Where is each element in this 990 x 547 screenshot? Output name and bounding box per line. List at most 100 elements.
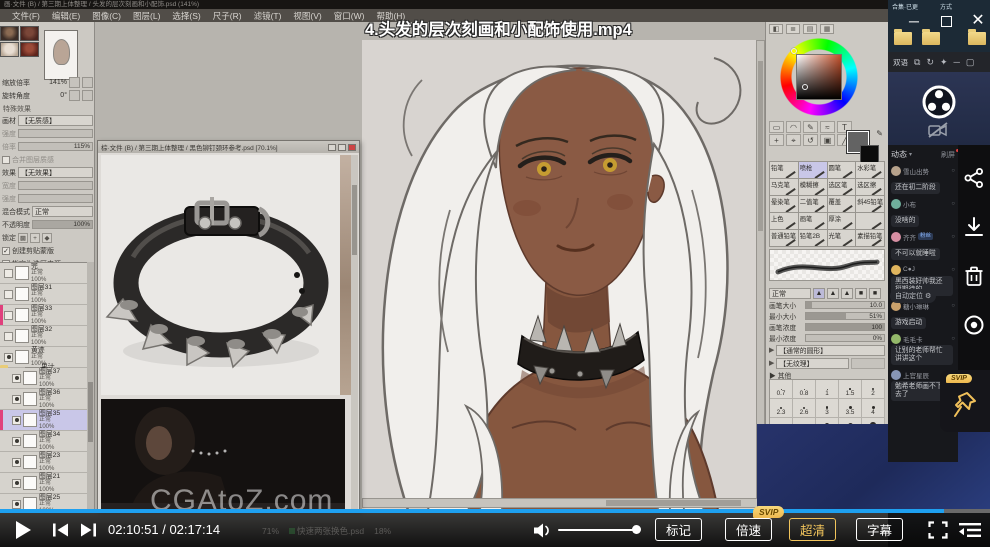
brush-size-preset[interactable]: 4 <box>862 399 885 418</box>
language-label[interactable]: 双语 <box>893 57 908 68</box>
layer-visibility-toggle[interactable] <box>4 353 13 362</box>
swatch-thumbnails[interactable] <box>0 26 40 58</box>
layer-row[interactable]: 图层32 正常 100% <box>0 326 88 347</box>
chat-filter[interactable]: 刷屏 <box>941 150 955 160</box>
auto-locate-bubble[interactable]: 自动定位 ⚙ <box>890 289 936 303</box>
subtitle-button[interactable]: 字幕 <box>856 518 903 541</box>
refresh-icon[interactable]: ↻ <box>926 58 934 67</box>
layer-row[interactable]: 图层34 正常 100% <box>0 431 88 452</box>
thumbnail-image[interactable] <box>0 26 19 41</box>
avatar[interactable] <box>891 232 901 242</box>
texture-strength-slider[interactable] <box>851 358 885 369</box>
folder-icon[interactable] <box>894 32 912 45</box>
navigator-thumbnail[interactable] <box>44 30 78 80</box>
window-minimize-icon[interactable] <box>328 144 336 151</box>
lock-all-icon[interactable]: ◆ <box>42 233 52 243</box>
thumbnail-image[interactable] <box>20 26 39 41</box>
layer-visibility-toggle[interactable] <box>12 500 21 509</box>
select-rect-icon[interactable]: ▭ <box>769 121 784 133</box>
brush-item[interactable]: 圆笔 <box>828 162 857 179</box>
brush-size-preset[interactable]: 2 <box>862 380 885 399</box>
tab-color-icon[interactable]: ◧ <box>769 24 783 34</box>
brush-item[interactable]: 选区笔 <box>828 179 857 196</box>
layer-row[interactable]: 图层35 正常 100% <box>0 410 88 431</box>
brush-size-preset[interactable]: 1.5 <box>839 380 862 399</box>
rotate-right-button[interactable] <box>82 90 93 101</box>
brush-item[interactable]: 普通铅笔 <box>770 230 799 247</box>
brush-item[interactable]: 光笔 <box>828 230 857 247</box>
layer-row[interactable]: 图层33 正常 100% <box>0 305 88 326</box>
texture-expand-icon[interactable]: ▶ <box>769 359 774 367</box>
paper-scale-slider[interactable]: 115% <box>18 142 93 151</box>
message-menu-icon[interactable]: ○ <box>951 168 955 174</box>
brush-size-preset[interactable]: 0.8 <box>793 380 816 399</box>
param-slider[interactable]: 10.0 <box>805 301 885 309</box>
volume-handle[interactable] <box>632 525 641 534</box>
brush-size-preset[interactable]: 0.7 <box>770 380 793 399</box>
thumbnail-image[interactable] <box>0 42 19 57</box>
brush-item[interactable]: 厚涂 <box>828 213 857 230</box>
brush-size-preset[interactable]: 1 <box>816 380 839 399</box>
avatar[interactable] <box>891 370 901 380</box>
blend-mode-dropdown[interactable]: 正常 <box>32 206 93 217</box>
reference-window-titlebar[interactable]: 棕·文件 (B) / 第三期上体整理 / 黑色铆钉颈环参考.psd [70.1%… <box>98 141 359 153</box>
window-minimize-button[interactable]: ─ <box>906 13 922 30</box>
param-slider[interactable]: 0% <box>805 334 885 342</box>
other-expand-icon[interactable]: ▶ <box>769 373 778 380</box>
brush-texture-dropdown[interactable]: 【无纹理】 <box>776 358 849 369</box>
tip-shape-1[interactable]: ▲ <box>813 288 825 299</box>
share-window-icon[interactable]: ⧉ <box>914 58 920 67</box>
paper-dropdown[interactable]: 【无质感】 <box>18 115 93 126</box>
menu-item[interactable]: 图像(C) <box>86 10 127 22</box>
avatar[interactable] <box>891 265 901 275</box>
playlist-icon[interactable] <box>958 522 982 538</box>
layer-row[interactable]: 完 正常 100% <box>0 263 88 284</box>
reference-scrollbar[interactable] <box>351 155 358 509</box>
zoom-plus-button[interactable] <box>82 77 93 88</box>
pin-window-icon[interactable]: ✦ <box>940 58 948 67</box>
layer-row[interactable]: 图层37 正常 100% <box>0 368 88 389</box>
brush-item[interactable] <box>856 213 885 230</box>
curve-icon[interactable]: ≈ <box>820 121 835 133</box>
brush-item[interactable]: 画笔 <box>799 213 828 230</box>
layer-row[interactable]: 图层25 正常 100% <box>0 494 88 510</box>
duplicate-tool-icon[interactable]: ▣ <box>820 134 835 146</box>
menu-item[interactable]: 编辑(E) <box>46 10 86 22</box>
lasso-icon[interactable]: ◠ <box>786 121 801 133</box>
window-maximize-button[interactable] <box>941 16 952 27</box>
zoom-minus-button[interactable] <box>69 77 80 88</box>
record-icon[interactable] <box>963 314 985 336</box>
brush-size-preset[interactable]: 2.6 <box>793 399 816 418</box>
brush-item[interactable]: 铅笔2B <box>799 230 828 247</box>
camera-off-icon[interactable] <box>928 122 948 138</box>
brush-item[interactable]: 选区擦 <box>856 179 885 196</box>
next-button[interactable] <box>80 523 97 537</box>
quality-button[interactable]: 超清 <box>789 518 836 541</box>
merge-texture-checkbox[interactable] <box>2 156 10 164</box>
prev-button[interactable] <box>52 523 69 537</box>
menu-item[interactable]: 滤镜(T) <box>248 10 288 22</box>
layer-visibility-toggle[interactable] <box>4 311 13 320</box>
layer-row[interactable]: 图层31 正常 100% <box>0 284 88 305</box>
move-icon[interactable]: + <box>769 134 784 146</box>
brush-item[interactable]: 斜45铅笔 <box>856 196 885 213</box>
avatar[interactable] <box>891 199 901 209</box>
trash-icon[interactable] <box>964 265 984 287</box>
brush-item[interactable]: 模糊擦 <box>799 179 828 196</box>
layer-visibility-toggle[interactable] <box>4 290 13 299</box>
message-menu-icon[interactable]: ○ <box>951 303 955 309</box>
layer-visibility-toggle[interactable] <box>12 458 21 467</box>
rotate-tool-icon[interactable]: ↺ <box>803 134 818 146</box>
menu-item[interactable]: 选择(S) <box>166 10 206 22</box>
chat-tab[interactable]: 动态 <box>891 149 907 160</box>
folder-icon[interactable] <box>922 32 940 45</box>
brush-item[interactable]: 水彩笔 <box>856 162 885 179</box>
layer-visibility-toggle[interactable] <box>12 395 21 404</box>
clipping-mask-checkbox[interactable]: ✓ <box>2 247 10 255</box>
window-maximize-icon[interactable] <box>338 144 346 151</box>
effect-strength-slider[interactable] <box>18 194 93 203</box>
avatar[interactable] <box>891 166 901 176</box>
tab-custom-icon[interactable]: ▦ <box>820 24 834 34</box>
menu-item[interactable]: 图层(L) <box>127 10 166 22</box>
zoom-tool-icon[interactable]: ⌖ <box>786 134 801 146</box>
